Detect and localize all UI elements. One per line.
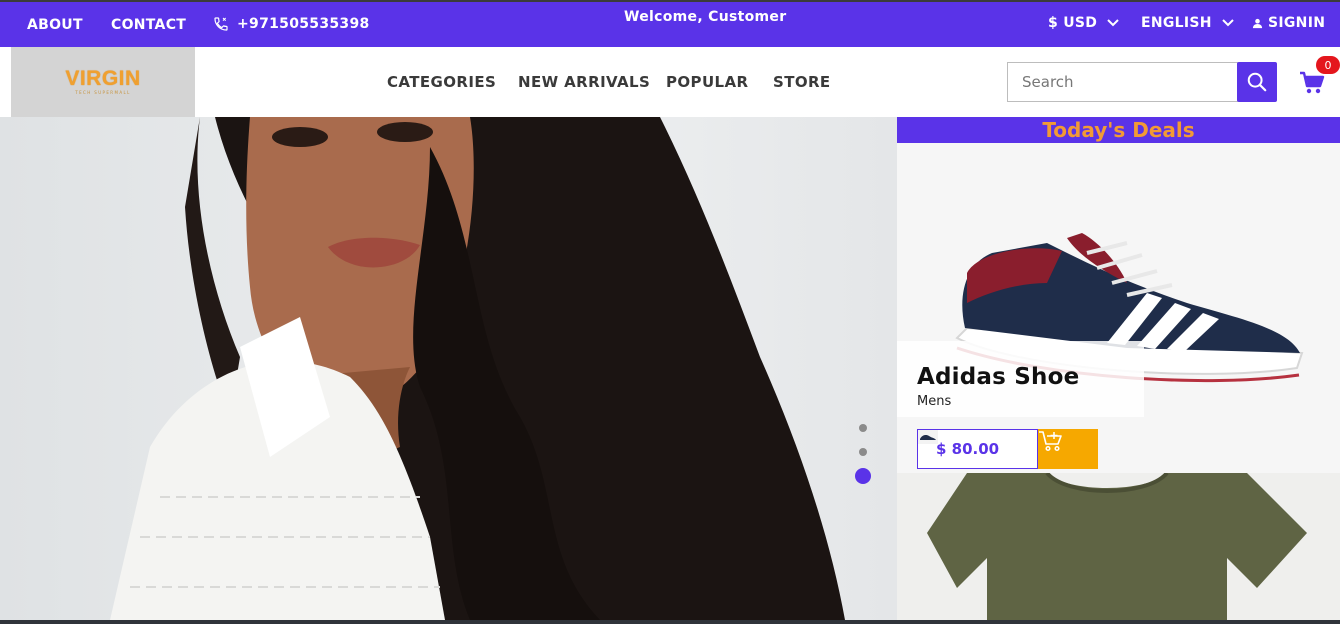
- slider-dot-2[interactable]: [859, 448, 867, 456]
- nav-popular[interactable]: POPULAR: [666, 73, 748, 91]
- cart-count-badge: 0: [1316, 56, 1340, 74]
- language-label: ENGLISH: [1141, 15, 1212, 31]
- contact-link[interactable]: CONTACT: [111, 17, 186, 33]
- main-header: VIRGIN TECH SUPERMALL CATEGORIES NEW ARR…: [0, 47, 1340, 117]
- search-icon: [1247, 72, 1267, 92]
- top-bar: ABOUT CONTACT +971505535398 Welcome, Cus…: [0, 0, 1340, 47]
- slider-dot-1[interactable]: [859, 424, 867, 432]
- nav-categories[interactable]: CATEGORIES: [387, 73, 496, 91]
- cart-icon: [1300, 71, 1325, 94]
- phone-icon: [214, 17, 228, 31]
- phone-number: +971505535398: [237, 16, 370, 32]
- add-to-cart-icon: [1039, 431, 1062, 452]
- shoe-image: [897, 143, 1340, 473]
- chevron-down-icon: [1222, 19, 1234, 27]
- deals-title: Today's Deals: [897, 117, 1340, 143]
- hero-image: [0, 117, 897, 620]
- signin-button[interactable]: SIGNIN: [1252, 15, 1325, 31]
- language-selector[interactable]: ENGLISH: [1141, 15, 1234, 31]
- nav-store[interactable]: STORE: [773, 73, 831, 91]
- nav-new-arrivals[interactable]: NEW ARRIVALS: [518, 73, 650, 91]
- user-icon: [1252, 18, 1263, 28]
- logo-subtext: TECH SUPERMALL: [75, 90, 131, 95]
- tshirt-image: [897, 473, 1340, 620]
- signin-label: SIGNIN: [1268, 15, 1326, 31]
- slider-dot-3-active[interactable]: [855, 468, 871, 484]
- deal-card-2[interactable]: [897, 473, 1340, 620]
- add-to-cart-button[interactable]: [1038, 429, 1098, 469]
- chevron-down-icon: [1107, 19, 1119, 27]
- search-input[interactable]: [1007, 62, 1238, 102]
- about-link[interactable]: ABOUT: [27, 17, 83, 33]
- hero-slider[interactable]: [0, 117, 897, 620]
- shoe-thumbnail-icon: [918, 430, 938, 444]
- phone-contact[interactable]: +971505535398: [213, 16, 370, 32]
- welcome-message: Welcome, Customer: [624, 9, 787, 25]
- currency-selector[interactable]: $ USD: [1048, 15, 1119, 31]
- bottom-strip: [0, 620, 1340, 624]
- site-logo[interactable]: VIRGIN TECH SUPERMALL: [11, 47, 195, 117]
- deal-card[interactable]: Adidas Shoe Mens $ 80.00: [897, 143, 1340, 473]
- product-name[interactable]: Adidas Shoe: [917, 364, 1079, 390]
- cart-button[interactable]: [1299, 71, 1325, 95]
- product-category: Mens: [917, 394, 952, 409]
- logo-text: VIRGIN: [65, 67, 141, 90]
- search-button[interactable]: [1237, 62, 1277, 102]
- currency-label: $ USD: [1048, 15, 1098, 31]
- product-price: $ 80.00: [936, 440, 1000, 458]
- price-tag: $ 80.00: [917, 429, 1038, 469]
